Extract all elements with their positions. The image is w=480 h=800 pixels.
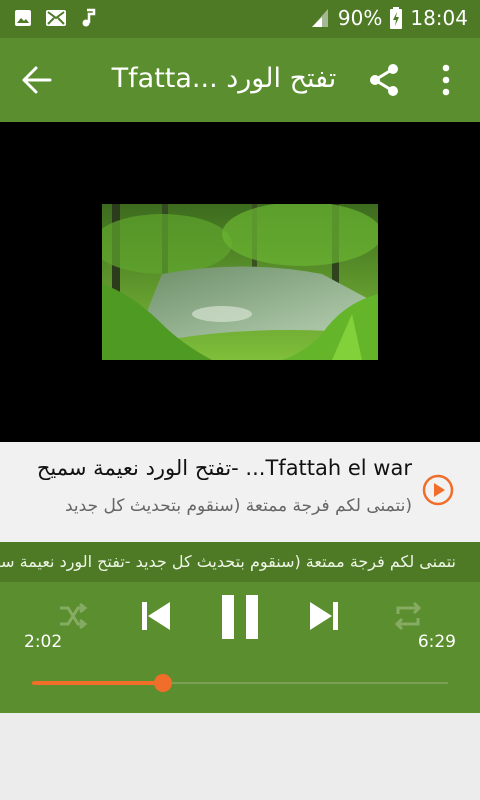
signal-icon [311,9,328,27]
seek-progress [32,681,164,685]
track-title: Tfattah el war... -تفتح الورد نعيمة سميح [36,456,412,480]
empty-area [0,713,480,800]
clock: 18:04 [410,6,468,30]
video-player[interactable] [0,122,480,442]
track-info[interactable]: Tfattah el war... -تفتح الورد نعيمة سميح… [0,442,480,542]
image-icon [15,10,31,26]
page-title: Tfatta... تفتح الورد [111,63,337,94]
share-icon[interactable] [366,62,402,98]
pause-icon[interactable] [220,595,260,639]
seek-bar[interactable] [32,674,448,692]
skip-previous-icon[interactable] [140,600,172,632]
play-circle-icon[interactable] [422,474,454,506]
player-controls: Tfattah el ward Naima Samih- ((نتمنى لكم… [0,542,480,713]
more-vert-icon[interactable] [436,62,456,98]
total-duration: 6:29 [417,632,456,652]
battery-charging-icon [390,7,403,29]
status-bar: 90% 18:04 [0,0,480,38]
ticker-bar: Tfattah el ward Naima Samih- ((نتمنى لكم… [0,542,480,582]
ticker-text: Tfattah el ward Naima Samih- ((نتمنى لكم… [0,552,456,571]
elapsed-time: 2:02 [24,632,63,652]
track-subtitle: (نتمنى لكم فرجة ممتعة (سنقوم بتحديث كل ج… [65,496,412,516]
video-frame-forest-stream [102,204,378,360]
seek-thumb[interactable] [154,674,173,692]
music-note-icon [82,8,96,27]
skip-next-icon[interactable] [308,600,340,632]
shuffle-icon[interactable] [56,600,88,632]
back-arrow-icon[interactable] [18,64,54,96]
battery-percent: 90% [337,6,383,30]
mail-icon [46,10,66,26]
repeat-icon[interactable] [392,600,424,632]
app-bar: Tfatta... تفتح الورد [0,38,480,122]
